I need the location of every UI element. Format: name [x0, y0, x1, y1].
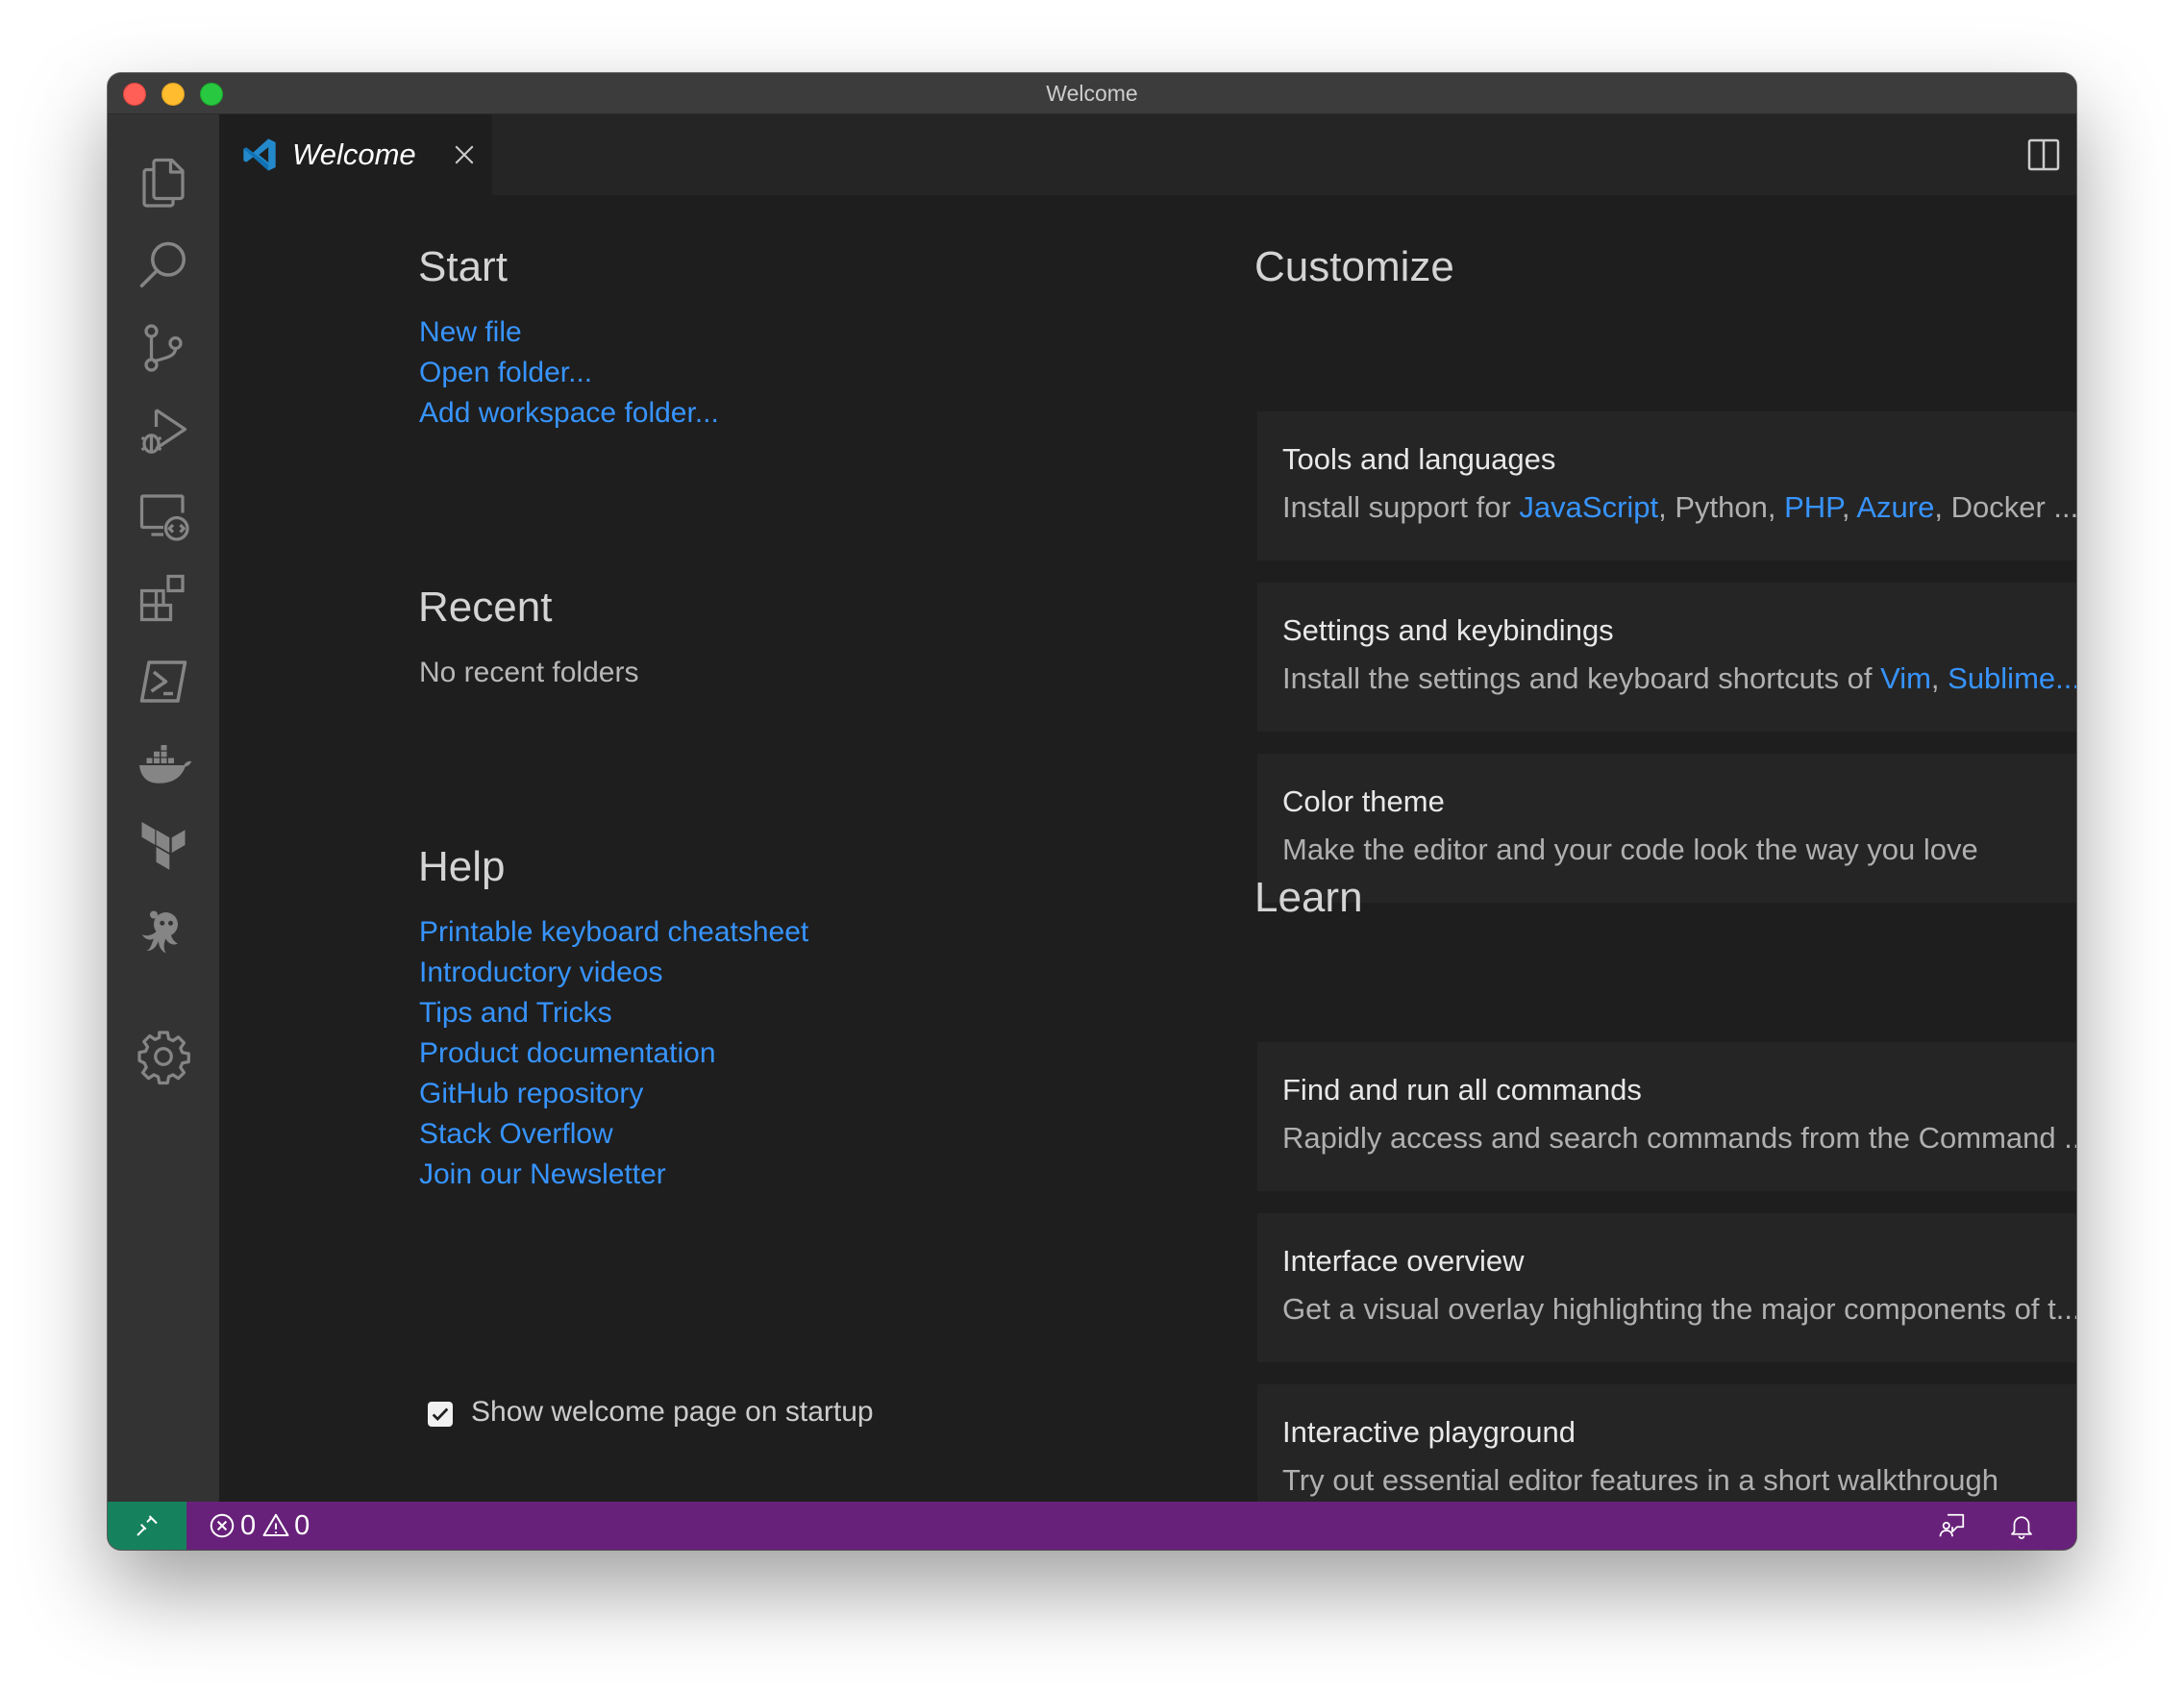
find-and-run-commands-card[interactable]: Find and run all commands Rapidly access… [1257, 1042, 2076, 1191]
card-description: Install support for JavaScript, Python, … [1282, 490, 2076, 525]
vscode-logo-icon [243, 138, 276, 171]
customize-heading: Customize [1254, 243, 1454, 290]
desc-text: , [1841, 490, 1857, 524]
terraform-icon[interactable] [108, 800, 219, 896]
open-folder-link[interactable]: Open folder... [419, 357, 592, 389]
join-newsletter-link[interactable]: Join our Newsletter [419, 1158, 666, 1191]
desc-text: Install the settings and keyboard shortc… [1282, 661, 1881, 695]
feedback-icon [1939, 1513, 1965, 1537]
azure-link[interactable]: Azure [1856, 490, 1934, 524]
desc-text: , Docker ... [1934, 490, 2076, 524]
tab-welcome[interactable]: Welcome [219, 114, 492, 195]
error-icon [210, 1513, 235, 1538]
card-title: Settings and keybindings [1282, 613, 1614, 647]
stack-overflow-link[interactable]: Stack Overflow [419, 1118, 613, 1151]
interface-overview-card[interactable]: Interface overview Get a visual overlay … [1257, 1213, 2076, 1362]
card-title: Find and run all commands [1282, 1073, 1642, 1107]
run-debug-icon[interactable] [108, 384, 219, 480]
card-description: Rapidly access and search commands from … [1282, 1121, 2076, 1155]
help-heading: Help [418, 843, 506, 890]
checkmark-icon [432, 1407, 449, 1422]
javascript-link[interactable]: JavaScript [1519, 490, 1658, 524]
notifications-status-item[interactable] [2007, 1502, 2036, 1550]
powershell-icon[interactable] [108, 634, 219, 730]
remote-icon [136, 1515, 158, 1536]
settings-and-keybindings-card[interactable]: Settings and keybindings Install the set… [1257, 583, 2076, 732]
source-control-icon[interactable] [108, 300, 219, 396]
card-description: Install the settings and keyboard shortc… [1282, 661, 2076, 696]
tips-and-tricks-link[interactable]: Tips and Tricks [419, 997, 612, 1030]
window-title: Welcome [1046, 81, 1138, 106]
show-welcome-label[interactable]: Show welcome page on startup [471, 1396, 874, 1429]
card-description: Make the editor and your code look the w… [1282, 833, 1978, 866]
vscode-window: Welcome Welcome Start New file Open fold… [108, 73, 2076, 1550]
desc-text: Install support for [1282, 490, 1520, 524]
learn-heading: Learn [1254, 874, 1363, 921]
remote-indicator-button[interactable] [108, 1502, 186, 1550]
docker-icon[interactable] [108, 717, 219, 813]
explorer-icon[interactable] [108, 134, 219, 230]
color-theme-card[interactable]: Color theme Make the editor and your cod… [1257, 754, 2076, 903]
show-welcome-checkbox[interactable] [428, 1402, 453, 1427]
desc-text: , [1930, 661, 1948, 695]
problems-status-item[interactable]: 0 0 [208, 1502, 310, 1550]
card-title: Interface overview [1282, 1244, 1525, 1278]
php-link[interactable]: PHP [1784, 490, 1842, 524]
editor-tabs-bar: Welcome [219, 114, 2076, 195]
remote-explorer-icon[interactable] [108, 467, 219, 563]
card-title: Interactive playground [1282, 1415, 1576, 1449]
card-title: Color theme [1282, 784, 1445, 818]
add-workspace-folder-link[interactable]: Add workspace folder... [419, 397, 719, 430]
github-repository-link[interactable]: GitHub repository [419, 1078, 643, 1110]
octopus-icon[interactable] [108, 883, 219, 980]
card-description: Get a visual overlay highlighting the ma… [1282, 1292, 2076, 1326]
welcome-page: Start New file Open folder... Add worksp… [219, 195, 2076, 1533]
error-count: 0 [240, 1509, 257, 1541]
desc-text: , Python, [1658, 490, 1785, 524]
title-bar: Welcome [108, 73, 2076, 114]
introductory-videos-link[interactable]: Introductory videos [419, 957, 662, 989]
keyboard-cheatsheet-link[interactable]: Printable keyboard cheatsheet [419, 916, 808, 949]
close-icon[interactable] [450, 140, 479, 169]
settings-gear-icon[interactable] [108, 1008, 219, 1105]
warning-count: 0 [294, 1509, 310, 1541]
new-file-link[interactable]: New file [419, 316, 522, 349]
warning-icon [262, 1513, 289, 1536]
bell-icon [2011, 1516, 2032, 1539]
extensions-icon[interactable] [108, 550, 219, 646]
product-documentation-link[interactable]: Product documentation [419, 1037, 716, 1070]
search-icon[interactable] [108, 217, 219, 313]
card-description: Try out essential editor features in a s… [1282, 1463, 1998, 1497]
no-recent-folders-text: No recent folders [419, 657, 639, 688]
start-heading: Start [418, 243, 508, 290]
tools-and-languages-card[interactable]: Tools and languages Install support for … [1257, 411, 2076, 560]
vim-link[interactable]: Vim [1880, 661, 1931, 695]
tab-welcome-label: Welcome [292, 137, 416, 171]
card-title: Tools and languages [1282, 442, 1556, 476]
feedback-status-item[interactable] [1938, 1502, 1967, 1550]
sublime-link[interactable]: Sublime... [1948, 661, 2076, 695]
status-bar: 0 0 [108, 1502, 2076, 1550]
recent-heading: Recent [418, 584, 553, 631]
activity-bar [108, 114, 219, 1502]
split-editor-icon[interactable] [2024, 136, 2063, 174]
